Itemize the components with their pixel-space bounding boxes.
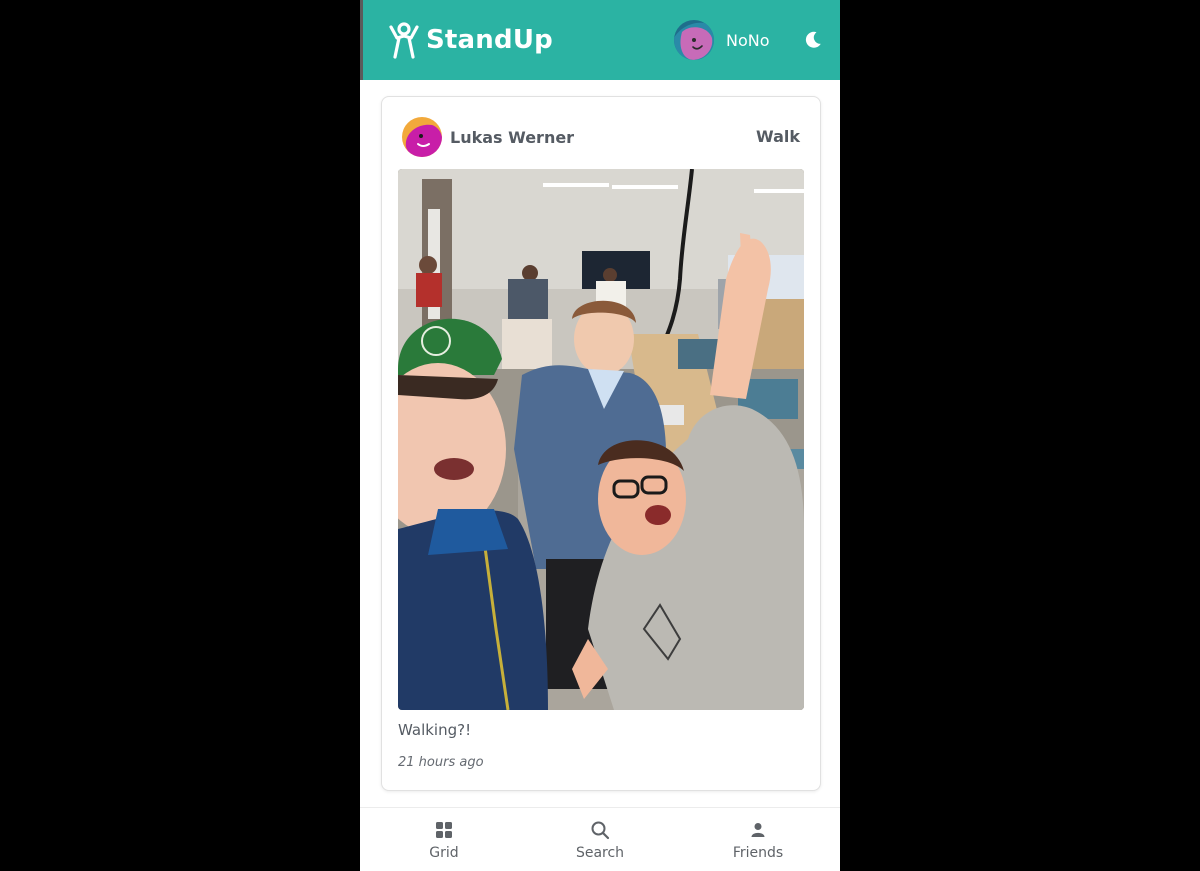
person-waving-icon: [389, 22, 419, 59]
user-name: NoNo: [726, 30, 770, 50]
nav-label-friends: Friends: [732, 845, 784, 861]
blob-face-avatar: [402, 117, 442, 157]
post-card: Lukas Werner Walk Walking?! 21 hours ago: [381, 96, 821, 791]
moon-icon[interactable]: [804, 31, 822, 49]
person-icon: [751, 823, 765, 837]
author-avatar[interactable]: [402, 117, 442, 157]
current-user[interactable]: NoNo: [674, 20, 770, 60]
post-activity-type: Walk: [756, 127, 800, 146]
group-selfie-photo: [398, 169, 804, 710]
app-header: StandUp NoNo: [360, 0, 840, 80]
nav-item-friends[interactable]: Friends: [698, 808, 818, 871]
brand-logo[interactable]: StandUp: [388, 20, 553, 60]
nav-item-search[interactable]: Search: [540, 808, 660, 871]
post-timestamp: 21 hours ago: [398, 755, 484, 770]
blob-face-avatar: [674, 20, 714, 60]
nav-label-grid: Grid: [429, 845, 459, 861]
search-icon: [591, 821, 610, 840]
screen-edge: [360, 0, 363, 80]
nav-item-grid[interactable]: Grid: [384, 808, 504, 871]
user-avatar: [674, 20, 714, 60]
brand-name: StandUp: [426, 25, 553, 55]
bottom-navigation: Grid Search Friends: [360, 807, 840, 871]
post-caption: Walking?!: [398, 721, 472, 739]
nav-label-search: Search: [575, 845, 625, 861]
post-photo[interactable]: [398, 169, 804, 710]
post-header: Lukas Werner: [402, 117, 802, 157]
post-author-name[interactable]: Lukas Werner: [450, 128, 574, 147]
app-screen: StandUp NoNo Lukas Werner Walk Walking?!…: [360, 0, 840, 871]
grid-icon: [436, 822, 452, 838]
